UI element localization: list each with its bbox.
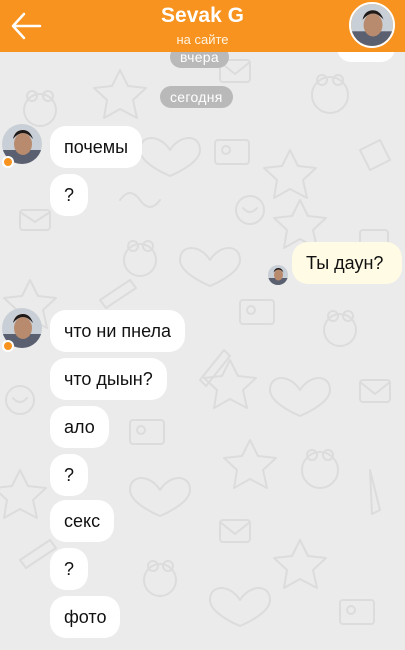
message-bubble-incoming[interactable]: ?: [50, 174, 89, 216]
person-photo-icon: [268, 265, 288, 285]
date-separator-today: сегодня: [160, 86, 233, 108]
message-bubble-outgoing[interactable]: Ты даун?: [292, 242, 402, 284]
message-bubble-incoming[interactable]: ?: [50, 454, 89, 496]
message-bubble-incoming[interactable]: что дыын?: [50, 358, 167, 400]
chat-area[interactable]: вчера сегодня почемы ? Ты даун? что ни п: [0, 0, 405, 650]
message-bubble-incoming[interactable]: что ни пнела: [50, 310, 186, 352]
person-photo-icon: [351, 4, 393, 46]
own-avatar: [268, 265, 288, 285]
message-bubble-incoming[interactable]: ?: [50, 548, 89, 590]
header-contact-avatar[interactable]: [349, 2, 395, 48]
message-bubble-incoming[interactable]: почемы: [50, 126, 143, 168]
message-bubble-incoming[interactable]: ало: [50, 406, 109, 448]
contact-name[interactable]: Sevak G: [0, 4, 405, 28]
online-status-dot: [2, 340, 14, 352]
online-status-dot: [2, 156, 14, 168]
chat-header: Sevak G на сайте: [0, 0, 405, 52]
contact-status: на сайте: [176, 32, 229, 47]
message-bubble-incoming[interactable]: фото: [50, 596, 121, 638]
message-bubble-incoming[interactable]: секс: [50, 500, 115, 542]
